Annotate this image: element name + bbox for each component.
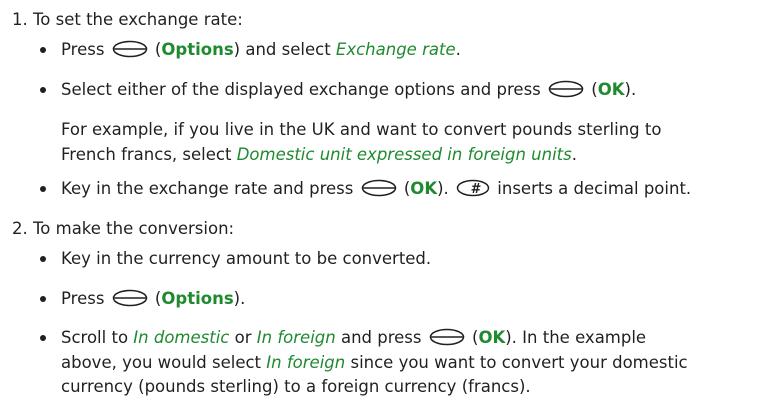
step-1-heading: 1. To set the exchange rate: bbox=[12, 10, 243, 29]
selection-key-icon bbox=[429, 328, 465, 346]
example-line-1: For example, if you live in the UK and w… bbox=[61, 120, 662, 139]
menu-item-domestic-unit: Domestic unit expressed in foreign units bbox=[236, 145, 572, 164]
bullet bbox=[40, 256, 46, 262]
bullet bbox=[40, 186, 46, 192]
bullet bbox=[40, 87, 46, 93]
selection-key-icon bbox=[112, 289, 148, 307]
ok-softkey-label: OK bbox=[597, 80, 625, 99]
hash-key-icon: # bbox=[456, 179, 490, 197]
selection-key-icon bbox=[112, 40, 148, 58]
selection-key-icon bbox=[548, 80, 584, 98]
menu-item-in-domestic: In domestic bbox=[133, 328, 230, 347]
bullet-press-options-2: Press (Options). bbox=[61, 289, 246, 308]
options-softkey-label: Options bbox=[161, 289, 234, 308]
menu-item-in-foreign: In foreign bbox=[266, 353, 346, 372]
bullet bbox=[40, 335, 46, 341]
bullet-select-exchange-option: Select either of the displayed exchange … bbox=[61, 80, 637, 99]
bullet-key-in-rate: Key in the exchange rate and press (OK).… bbox=[61, 179, 692, 198]
ok-softkey-label: OK bbox=[410, 179, 438, 198]
bullet-press-options: Press (Options) and select Exchange rate… bbox=[61, 40, 461, 59]
bullet bbox=[40, 296, 46, 302]
menu-item-exchange-rate: Exchange rate bbox=[335, 40, 456, 59]
step-2-heading: 2. To make the conversion: bbox=[12, 219, 235, 238]
bullet-scroll-line-2: above, you would select In foreign since… bbox=[61, 353, 688, 372]
ok-softkey-label: OK bbox=[478, 328, 506, 347]
bullet bbox=[40, 47, 46, 53]
example-line-2: French francs, select Domestic unit expr… bbox=[61, 145, 577, 164]
menu-item-in-foreign: In foreign bbox=[256, 328, 336, 347]
bullet-key-in-amount: Key in the currency amount to be convert… bbox=[61, 249, 432, 268]
selection-key-icon bbox=[361, 179, 397, 197]
bullet-scroll-line-1: Scroll to In domestic or In foreign and … bbox=[61, 328, 647, 347]
options-softkey-label: Options bbox=[161, 40, 234, 59]
bullet-scroll-line-3: currency (pounds sterling) to a foreign … bbox=[61, 377, 531, 396]
